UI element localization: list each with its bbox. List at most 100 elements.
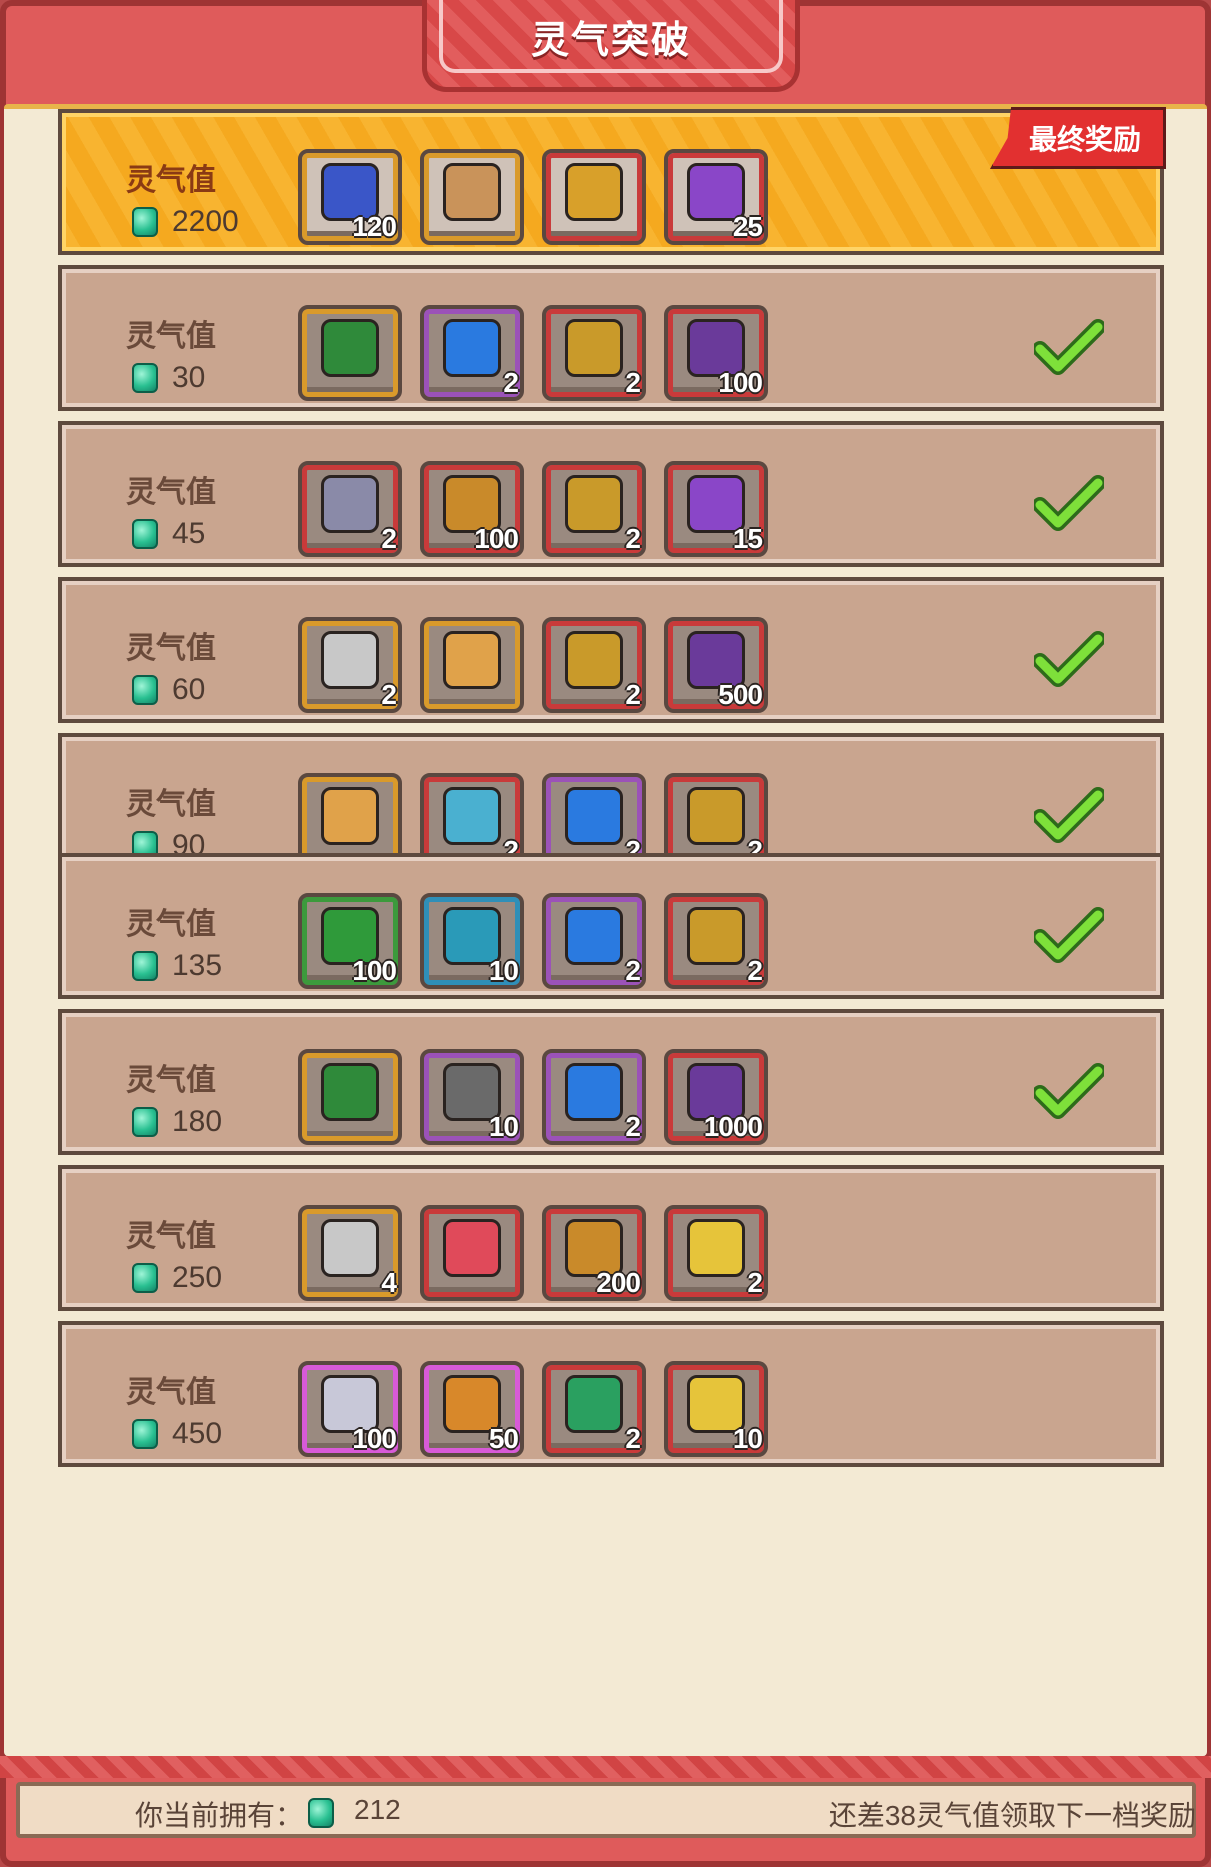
reward-item-slot[interactable]: 2 — [542, 893, 646, 989]
reward-tier-row[interactable]: 灵气值 450 100 50 2 10 — [58, 1321, 1164, 1467]
aura-requirement: 灵气值 250 — [126, 1211, 242, 1295]
item-quantity: 4 — [381, 1267, 397, 1298]
item-quantity: 2 — [381, 679, 397, 710]
medical-kit-icon — [443, 1218, 501, 1277]
claimed-check-icon — [1034, 787, 1104, 843]
green-eye-orb-icon — [565, 1374, 623, 1433]
item-quantity: 2 — [747, 1267, 763, 1298]
war-drum-icon — [443, 162, 501, 221]
item-quantity: 100 — [718, 367, 763, 398]
potion-bottle-icon — [321, 786, 379, 845]
reward-item-slot[interactable]: 100 — [298, 1361, 402, 1457]
aura-required-value: 60 — [172, 673, 206, 706]
item-quantity: 2 — [625, 955, 641, 986]
reward-item-slot[interactable]: 10 — [664, 1361, 768, 1457]
reward-item-slot[interactable] — [420, 149, 524, 245]
final-reward-tier-row[interactable]: 灵气值 2200 120 25 最终奖励 — [58, 107, 1166, 255]
item-quantity: 2 — [503, 367, 519, 398]
aura-label: 灵气值 — [126, 320, 216, 353]
item-quantity: 1000 — [703, 1111, 763, 1142]
item-quantity: 50 — [488, 1423, 519, 1454]
aura-label: 灵气值 — [126, 476, 216, 509]
reward-item-slot[interactable] — [420, 617, 524, 713]
reward-item-slot[interactable] — [542, 149, 646, 245]
reward-item-slot[interactable]: 2 — [542, 1361, 646, 1457]
reward-tier-row[interactable]: 灵气值 30 2 2 100 — [58, 265, 1164, 411]
owned-aura-value: 212 — [354, 1794, 401, 1825]
aura-required-value: 45 — [172, 517, 206, 550]
reward-tier-row[interactable]: 灵气值 250 4 200 2 — [58, 1165, 1164, 1311]
blue-diamond-icon — [565, 1062, 623, 1121]
reward-item-slot[interactable]: 2 — [298, 461, 402, 557]
reward-item-slot[interactable]: 1000 — [664, 1049, 768, 1145]
reward-item-slot[interactable]: 2 — [664, 893, 768, 989]
reward-items: 120 25 — [298, 149, 768, 245]
reward-item-slot[interactable] — [298, 1049, 402, 1145]
reward-items: 100 50 2 10 — [298, 1361, 768, 1457]
item-quantity: 15 — [732, 523, 763, 554]
hero-portrait-token-icon — [687, 906, 745, 965]
aura-requirement: 灵气值 90 — [126, 779, 242, 863]
aura-label: 灵气值 — [126, 632, 216, 665]
claimed-check-icon — [1034, 1063, 1104, 1119]
owned-label: 你当前拥有： — [135, 1800, 304, 1831]
reward-item-slot[interactable]: 2 — [664, 1205, 768, 1301]
item-quantity: 2 — [381, 523, 397, 554]
reward-tier-row[interactable]: 灵气值 60 2 2 500 — [58, 577, 1164, 723]
blue-diamond-icon — [565, 786, 623, 845]
aura-label: 灵气值 — [126, 908, 216, 941]
item-quantity: 120 — [352, 211, 397, 242]
aura-label: 灵气值 — [126, 788, 216, 821]
claimed-check-icon — [1034, 631, 1104, 687]
reward-item-slot[interactable]: 15 — [664, 461, 768, 557]
reward-item-slot[interactable]: 10 — [420, 1049, 524, 1145]
hero-portrait-token-icon — [565, 318, 623, 377]
reward-item-slot[interactable]: 2 — [542, 305, 646, 401]
reward-item-slot[interactable]: 2 — [542, 1049, 646, 1145]
aura-label: 灵气值 — [126, 164, 216, 197]
aura-requirement: 灵气值 45 — [126, 467, 242, 551]
aura-required-value: 135 — [172, 949, 223, 982]
footer-bar: 你当前拥有： 212 还差38灵气值领取下一档奖励 — [16, 1782, 1196, 1838]
aura-requirement: 灵气值 30 — [126, 311, 242, 395]
green-book-icon — [321, 318, 379, 377]
aura-requirement: 灵气值 450 — [126, 1367, 242, 1451]
reward-items: 2 2 100 — [298, 305, 768, 401]
aura-gem-icon — [132, 1263, 158, 1293]
item-quantity: 100 — [352, 1423, 397, 1454]
claimed-check-icon — [1034, 475, 1104, 531]
reward-items: 4 200 2 — [298, 1205, 768, 1301]
item-quantity: 25 — [732, 211, 763, 242]
reward-item-slot[interactable]: 2 — [298, 617, 402, 713]
reward-item-slot[interactable]: 2 — [542, 461, 646, 557]
reward-item-slot[interactable]: 100 — [420, 461, 524, 557]
aura-gem-icon — [132, 675, 158, 705]
reward-item-slot[interactable] — [298, 305, 402, 401]
reward-item-slot[interactable] — [420, 1205, 524, 1301]
hero-portrait-token-icon — [565, 474, 623, 533]
item-quantity: 2 — [747, 955, 763, 986]
reward-item-slot[interactable]: 100 — [664, 305, 768, 401]
reward-item-slot[interactable]: 25 — [664, 149, 768, 245]
item-quantity: 10 — [488, 955, 519, 986]
item-quantity: 100 — [352, 955, 397, 986]
reward-item-slot[interactable]: 120 — [298, 149, 402, 245]
aura-required-value: 450 — [172, 1417, 223, 1450]
reward-item-slot[interactable]: 200 — [542, 1205, 646, 1301]
reward-tier-row[interactable]: 灵气值 45 2 100 2 15 — [58, 421, 1164, 567]
aura-gem-icon — [132, 363, 158, 393]
reward-tier-row[interactable]: 灵气值 180 10 2 1000 — [58, 1009, 1164, 1155]
tier-list-panel[interactable]: 灵气值 2200 120 25 最终奖励 灵气值 30 2 2 100 灵气值 45 2 100 2 15 灵气… — [4, 104, 1207, 1756]
reward-item-slot[interactable]: 100 — [298, 893, 402, 989]
reward-item-slot[interactable]: 2 — [542, 617, 646, 713]
reward-item-slot[interactable]: 4 — [298, 1205, 402, 1301]
item-quantity: 2 — [625, 679, 641, 710]
item-quantity: 500 — [718, 679, 763, 710]
reward-item-slot[interactable]: 10 — [420, 893, 524, 989]
reward-item-slot[interactable]: 500 — [664, 617, 768, 713]
reward-item-slot[interactable]: 50 — [420, 1361, 524, 1457]
reward-item-slot[interactable]: 2 — [420, 305, 524, 401]
aura-required-value: 250 — [172, 1261, 223, 1294]
reward-tier-row[interactable]: 灵气值 135 100 10 2 2 — [58, 853, 1164, 999]
reward-items: 10 2 1000 — [298, 1049, 768, 1145]
